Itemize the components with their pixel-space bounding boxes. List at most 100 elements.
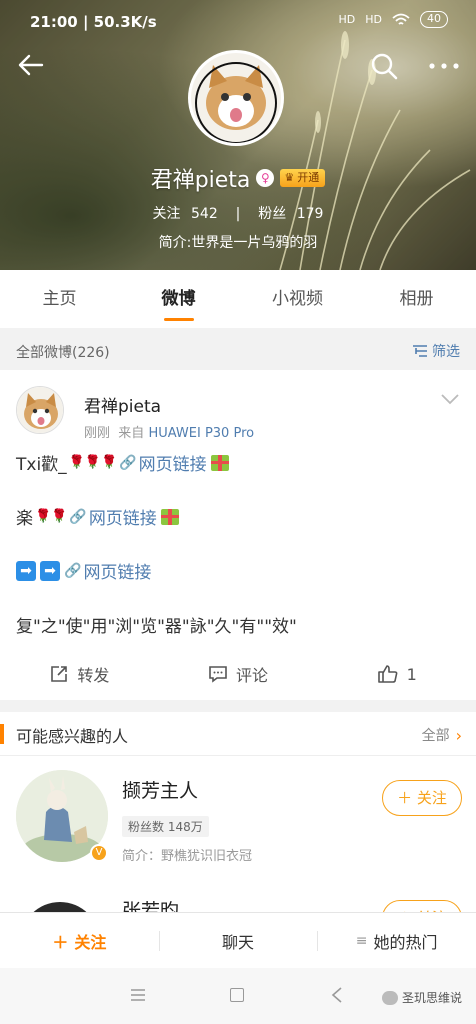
link-icon: 🔗 (69, 508, 87, 525)
more-options-button[interactable] (424, 50, 464, 82)
plus-icon: ＋ (52, 932, 69, 952)
verified-v-icon: V (90, 844, 108, 862)
all-weibo-count: 全部微博(226) (16, 345, 110, 361)
see-all-button[interactable]: 全部 › (422, 725, 462, 745)
back-button[interactable] (14, 48, 48, 82)
post-author-name[interactable]: 君禅pieta (84, 392, 161, 417)
stats-divider: | (231, 206, 245, 222)
system-nav-bar: 圣玑思维说 (0, 968, 476, 1024)
tab-weibo[interactable]: 微博 (119, 270, 238, 328)
web-link[interactable]: 网页链接 (89, 504, 157, 529)
female-gender-icon: ♀ (256, 169, 275, 187)
follow-user-button[interactable]: ＋ 关注 (0, 913, 159, 968)
recommend-section: 可能感兴趣的人 全部 › V 撷芳主人 粉丝数 148万 简介：野樵犹识旧衣冠 … (0, 712, 476, 922)
chevron-right-icon: › (455, 725, 462, 745)
post-author-avatar[interactable] (16, 386, 64, 434)
following-label: 关注 (152, 206, 181, 222)
rose-emoji: 🌹🌹 (35, 509, 68, 524)
weibo-post[interactable]: 君禅pieta 刚刚 来自 HUAWEI P30 Pro Txi歡_ 🌹🌹🌹 🔗… (0, 370, 476, 700)
profile-bio: 简介:世界是一片乌鸦的羽 (158, 235, 318, 251)
home-nav-icon[interactable] (230, 988, 244, 1002)
tab-short-video[interactable]: 小视频 (238, 270, 357, 328)
follow-user-label: 关注 (74, 932, 107, 952)
filter-icon (413, 345, 427, 357)
battery-icon: 40 (420, 11, 448, 28)
link-icon: 🔗 (64, 562, 82, 579)
post-line-2-text: 楽 (16, 509, 33, 529)
status-bar: 21:00 | 50.3K/s HD HD 40 (0, 0, 476, 44)
repost-icon (51, 666, 68, 682)
search-button[interactable] (368, 50, 400, 82)
recommend-header: 可能感兴趣的人 全部 › (0, 712, 476, 756)
comment-button[interactable]: 评论 (159, 650, 318, 698)
profile-name-row: 君禅pieta ♀ ♛ 开通 (0, 162, 476, 194)
fans-stat[interactable]: 粉丝 179 (255, 206, 326, 222)
repost-button[interactable]: 转发 (0, 650, 159, 698)
chevron-down-icon[interactable] (440, 392, 460, 406)
vip-label: 开通 (297, 171, 320, 184)
recommended-user[interactable]: V 撷芳主人 粉丝数 148万 简介：野樵犹识旧衣冠 ＋ 关注 (0, 762, 476, 872)
filter-row: 全部微博(226) 筛选 (0, 330, 476, 370)
follow-label: 关注 (416, 789, 447, 807)
back-nav-icon[interactable] (330, 987, 344, 1003)
post-source-prefix: 来自 (118, 426, 145, 441)
post-line-2: 楽 🌹🌹 🔗 网页链接 (16, 504, 179, 529)
post-line-3: ➡ ➡ 🔗 网页链接 (16, 558, 151, 583)
post-actions: 转发 评论 1 (0, 650, 476, 698)
post-source[interactable]: HUAWEI P30 Pro (148, 426, 254, 441)
chat-label: 聊天 (222, 932, 255, 952)
fans-label: 粉丝 (258, 206, 287, 222)
repost-label: 转发 (77, 666, 110, 685)
recommended-user-name[interactable]: 撷芳主人 (122, 776, 198, 803)
filter-label: 筛选 (432, 344, 460, 360)
post-line-1-text: Txi歡_ (16, 455, 67, 475)
link-icon: 🔗 (119, 454, 137, 471)
hot-posts-label: 她的热门 (373, 932, 438, 952)
status-time: 21:00 | 50.3K/s (30, 13, 157, 31)
filter-button[interactable]: 筛选 (412, 341, 460, 361)
profile-name: 君禅pieta (150, 168, 251, 193)
crown-icon: ♛ (284, 171, 295, 184)
rose-emoji: 🌹🌹🌹 (68, 455, 118, 470)
profile-stats: 关注 542 | 粉丝 179 (0, 203, 476, 223)
following-count: 542 (191, 206, 218, 222)
chat-button[interactable]: 聊天 (158, 913, 318, 968)
hot-posts-button[interactable]: ≡ 她的热门 (317, 913, 476, 968)
post-meta: 刚刚 来自 HUAWEI P30 Pro (84, 422, 254, 441)
accent-bar (0, 724, 4, 744)
fans-count: 179 (296, 206, 324, 222)
following-stat[interactable]: 关注 542 (150, 206, 221, 222)
watermark-text: 圣玑思维说 (401, 991, 462, 1005)
follow-button[interactable]: ＋ 关注 (382, 780, 462, 816)
recommend-title: 可能感兴趣的人 (16, 727, 129, 746)
wechat-icon (381, 990, 398, 1005)
profile-action-bar: ＋ 关注 聊天 ≡ 她的热门 (0, 912, 476, 968)
right-arrow-emoji: ➡ (16, 560, 36, 581)
cat-avatar-image (191, 53, 281, 143)
like-count: 1 (406, 664, 417, 684)
web-link[interactable]: 网页链接 (83, 558, 151, 583)
recommended-user-fans: 粉丝数 148万 (122, 816, 209, 837)
menu-icon[interactable] (130, 988, 146, 1002)
tab-album[interactable]: 相册 (357, 270, 476, 328)
post-line-1: Txi歡_ 🌹🌹🌹 🔗 网页链接 (16, 450, 229, 475)
gift-emoji (210, 454, 229, 471)
vip-badge[interactable]: ♛ 开通 (280, 169, 326, 187)
list-icon: ≡ (355, 932, 368, 949)
recommended-user-desc: 简介：野樵犹识旧衣冠 (122, 849, 253, 864)
signal-icon-2: HD (365, 13, 382, 26)
gift-emoji (160, 508, 179, 525)
wifi-icon (392, 13, 410, 25)
watermark: 圣玑思维说 (381, 989, 462, 1006)
tab-home[interactable]: 主页 (0, 270, 119, 328)
like-button[interactable]: 1 (317, 650, 476, 698)
post-time: 刚刚 (84, 426, 111, 441)
profile-avatar[interactable] (188, 50, 284, 146)
right-arrow-emoji: ➡ (40, 560, 60, 581)
thumbs-up-icon (377, 665, 397, 683)
comment-icon (209, 666, 227, 683)
status-icons: HD HD 40 (339, 11, 448, 28)
web-link[interactable]: 网页链接 (139, 450, 207, 475)
post-line-4: 复"之"使"用"浏"览"器"詠"久"有""效" (16, 617, 297, 637)
comment-label: 评论 (236, 666, 269, 685)
